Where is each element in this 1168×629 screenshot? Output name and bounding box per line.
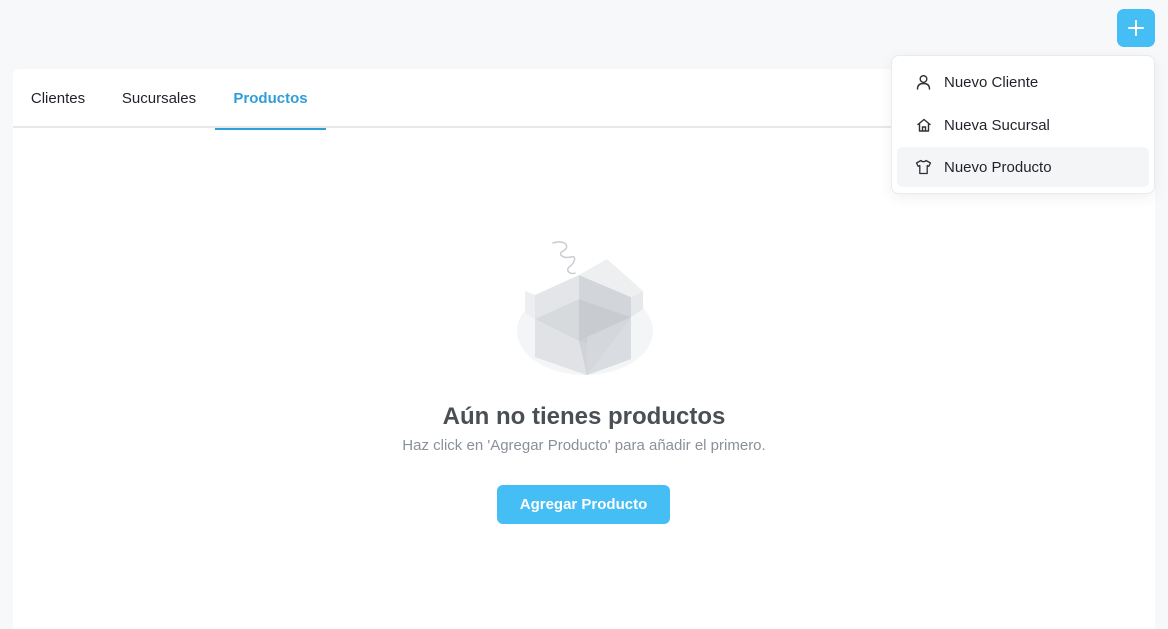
home-icon [915,117,932,134]
shirt-icon [915,159,932,176]
add-button[interactable] [1117,9,1155,47]
add-product-button[interactable]: Agregar Producto [497,485,670,524]
empty-state-subtitle: Haz click en 'Agregar Producto' para aña… [402,437,766,454]
tab-productos[interactable]: Productos [215,69,326,130]
menu-item-new-product[interactable]: Nuevo Producto [897,147,1149,187]
tab-sucursales[interactable]: Sucursales [103,69,215,128]
menu-item-new-branch[interactable]: Nueva Sucursal [897,105,1149,145]
add-menu-dropdown: Nuevo Cliente Nueva Sucursal Nuevo Produ… [891,55,1155,194]
empty-box-icon [513,239,658,384]
menu-item-label: Nuevo Producto [944,158,1052,176]
menu-item-label: Nueva Sucursal [944,116,1050,134]
user-icon [915,74,932,91]
empty-state-title: Aún no tienes productos [442,403,726,430]
tab-clientes[interactable]: Clientes [13,69,103,128]
menu-item-new-client[interactable]: Nuevo Cliente [897,62,1149,102]
menu-item-label: Nuevo Cliente [944,73,1039,91]
plus-icon [1128,20,1144,36]
